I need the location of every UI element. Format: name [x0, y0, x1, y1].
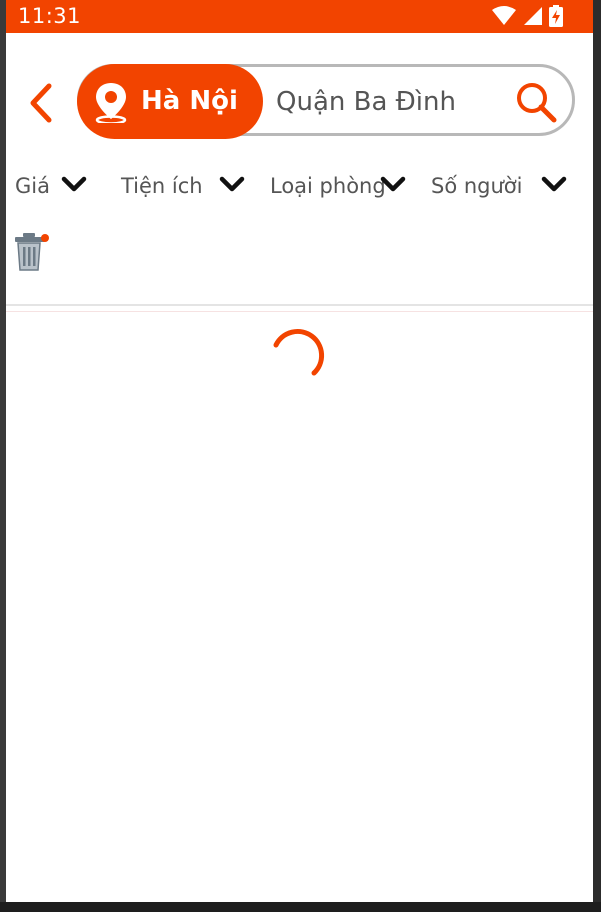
filter-guests[interactable]: Số người: [431, 172, 571, 202]
background-edge-right: [593, 0, 601, 912]
chevron-down-icon: [541, 176, 567, 199]
city-selector[interactable]: Hà Nội: [77, 64, 263, 139]
background-edge-bottom: [0, 902, 601, 912]
signal-icon: [523, 6, 543, 31]
city-label: Hà Nội: [141, 86, 238, 116]
filter-amenities[interactable]: Tiện ích: [121, 172, 247, 202]
filter-label: Loại phòng: [270, 174, 386, 198]
battery-charging-icon: [549, 5, 563, 32]
wifi-icon: [491, 6, 517, 31]
chevron-down-icon: [219, 176, 245, 199]
filter-label: Tiện ích: [121, 174, 203, 198]
back-button[interactable]: [22, 80, 62, 126]
trash-icon: [12, 233, 52, 276]
divider: [6, 311, 593, 312]
status-bar: 11:31: [6, 0, 593, 33]
search-icon[interactable]: [514, 80, 558, 124]
filter-label: Giá: [15, 174, 50, 198]
divider: [6, 304, 593, 306]
clear-filters-button[interactable]: [12, 230, 52, 272]
district-search-input[interactable]: [276, 84, 496, 120]
location-pin-icon: [93, 81, 129, 128]
app-screen: 11:31 Hà Nội Quận Ba Đình Giá Tiện ích L…: [6, 0, 593, 902]
chevron-down-icon: [61, 176, 87, 199]
loading-spinner: [268, 318, 332, 382]
filter-label: Số người: [431, 174, 523, 198]
status-time: 11:31: [18, 4, 82, 28]
status-icons: [491, 5, 563, 32]
filter-room-type[interactable]: Loại phòng: [270, 172, 410, 202]
chevron-down-icon: [380, 176, 406, 199]
filter-price[interactable]: Giá: [15, 172, 91, 202]
device-frame: 11:31 Hà Nội Quận Ba Đình Giá Tiện ích L…: [0, 0, 601, 912]
